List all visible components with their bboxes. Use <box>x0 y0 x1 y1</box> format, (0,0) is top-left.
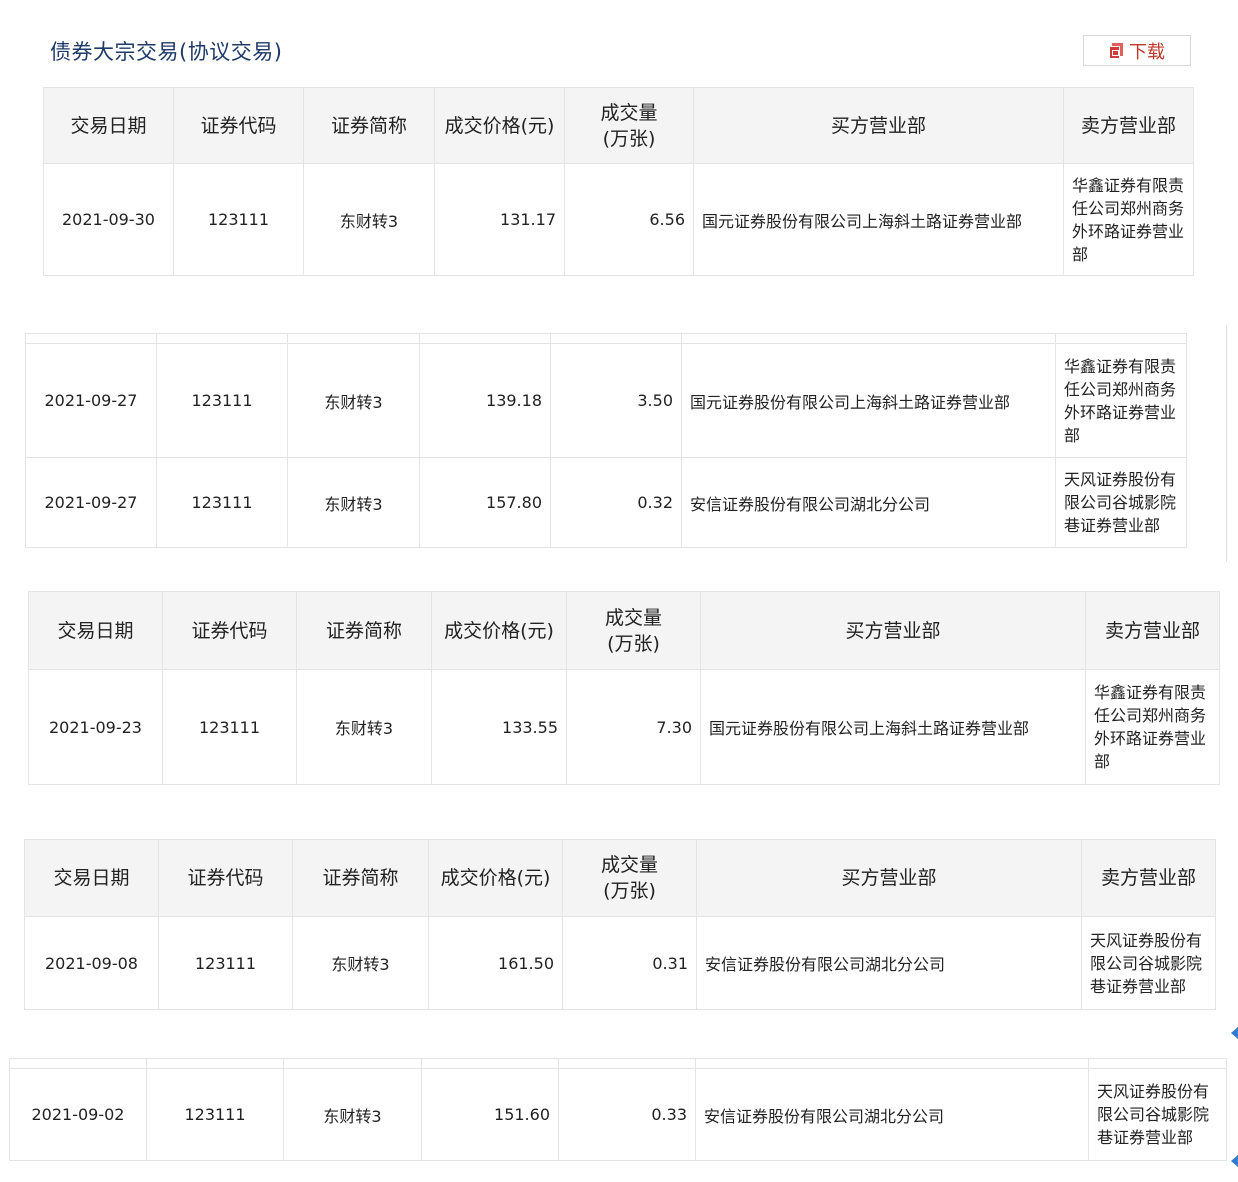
cell-volume: 0.31 <box>562 916 697 1010</box>
cell-seller: 华鑫证券有限责任公司郑州商务外环路证券营业部 <box>1085 669 1220 785</box>
cell-date: 2021-09-27 <box>25 457 157 548</box>
cell-name: 东财转3 <box>292 916 429 1010</box>
trade-table-5: 2021-09-02 123111 东财转3 151.60 0.33 安信证券股… <box>9 1058 1227 1161</box>
col-header-buyer: 买方营业部 <box>700 591 1086 670</box>
cell-date: 2021-09-23 <box>28 669 163 785</box>
trade-table-4: 交易日期 证券代码 证券简称 成交价格(元) 成交量 (万张) 买方营业部 卖方营… <box>24 839 1216 1010</box>
cell-seller: 华鑫证券有限责任公司郑州商务外环路证券营业部 <box>1055 343 1187 458</box>
cell-name: 东财转3 <box>287 343 420 458</box>
download-label: 下载 <box>1129 41 1165 63</box>
cell-seller: 华鑫证券有限责任公司郑州商务外环路证券营业部 <box>1063 163 1194 276</box>
table-header-stub <box>9 1058 1227 1069</box>
table-header-stub <box>25 333 1187 344</box>
cell-volume: 0.32 <box>550 457 682 548</box>
caret-left-icon[interactable] <box>1231 1155 1238 1167</box>
cell-name: 东财转3 <box>303 163 435 276</box>
cell-code: 123111 <box>158 916 293 1010</box>
col-header-name: 证券简称 <box>303 87 435 164</box>
table-row: 2021-09-30 123111 东财转3 131.17 6.56 国元证券股… <box>43 163 1194 276</box>
cell-buyer: 安信证券股份有限公司湖北分公司 <box>695 1068 1089 1161</box>
table-header-row: 交易日期 证券代码 证券简称 成交价格(元) 成交量 (万张) 买方营业部 卖方营… <box>24 839 1216 917</box>
table-row: 2021-09-27 123111 东财转3 157.80 0.32 安信证券股… <box>25 457 1187 548</box>
cell-date: 2021-09-08 <box>24 916 159 1010</box>
cell-buyer: 国元证券股份有限公司上海斜土路证券营业部 <box>681 343 1056 458</box>
cell-buyer: 安信证券股份有限公司湖北分公司 <box>696 916 1082 1010</box>
trade-table-3: 交易日期 证券代码 证券简称 成交价格(元) 成交量 (万张) 买方营业部 卖方营… <box>28 591 1220 785</box>
cell-name: 东财转3 <box>283 1068 422 1161</box>
scroll-divider <box>1226 325 1227 562</box>
col-header-name: 证券简称 <box>296 591 432 670</box>
col-header-code: 证券代码 <box>162 591 297 670</box>
table-row: 2021-09-02 123111 东财转3 151.60 0.33 安信证券股… <box>9 1068 1227 1161</box>
col-header-date: 交易日期 <box>24 839 159 917</box>
cell-price: 133.55 <box>431 669 567 785</box>
cell-buyer: 国元证券股份有限公司上海斜土路证券营业部 <box>693 163 1064 276</box>
col-header-buyer: 买方营业部 <box>696 839 1082 917</box>
col-header-buyer: 买方营业部 <box>693 87 1064 164</box>
col-header-price: 成交价格(元) <box>428 839 563 917</box>
cell-volume: 7.30 <box>566 669 701 785</box>
col-header-seller: 卖方营业部 <box>1085 591 1220 670</box>
cell-code: 123111 <box>146 1068 284 1161</box>
cell-code: 123111 <box>162 669 297 785</box>
page-title: 债券大宗交易(协议交易) <box>50 40 283 64</box>
col-header-volume: 成交量 (万张) <box>566 591 701 670</box>
table-row: 2021-09-27 123111 东财转3 139.18 3.50 国元证券股… <box>25 343 1187 458</box>
cell-price: 139.18 <box>419 343 551 458</box>
download-button[interactable]: 下载 <box>1083 35 1191 66</box>
col-header-name: 证券简称 <box>292 839 429 917</box>
cell-code: 123111 <box>173 163 304 276</box>
cell-buyer: 国元证券股份有限公司上海斜土路证券营业部 <box>700 669 1086 785</box>
cell-date: 2021-09-27 <box>25 343 157 458</box>
table-header-row: 交易日期 证券代码 证券简称 成交价格(元) 成交量 (万张) 买方营业部 卖方营… <box>43 87 1194 164</box>
cell-seller: 天风证券股份有限公司谷城影院巷证券营业部 <box>1081 916 1216 1010</box>
cell-date: 2021-09-02 <box>9 1068 147 1161</box>
table-row: 2021-09-23 123111 东财转3 133.55 7.30 国元证券股… <box>28 669 1220 785</box>
col-header-code: 证券代码 <box>173 87 304 164</box>
cell-price: 131.17 <box>434 163 565 276</box>
cell-volume: 6.56 <box>564 163 694 276</box>
table-header-row: 交易日期 证券代码 证券简称 成交价格(元) 成交量 (万张) 买方营业部 卖方营… <box>28 591 1220 670</box>
cell-date: 2021-09-30 <box>43 163 174 276</box>
col-header-price: 成交价格(元) <box>431 591 567 670</box>
cell-seller: 天风证券股份有限公司谷城影院巷证券营业部 <box>1088 1068 1227 1161</box>
cell-volume: 3.50 <box>550 343 682 458</box>
caret-left-icon[interactable] <box>1231 1027 1238 1039</box>
cell-volume: 0.33 <box>558 1068 696 1161</box>
col-header-seller: 卖方营业部 <box>1081 839 1216 917</box>
cell-price: 157.80 <box>419 457 551 548</box>
cell-seller: 天风证券股份有限公司谷城影院巷证券营业部 <box>1055 457 1187 548</box>
col-header-date: 交易日期 <box>28 591 163 670</box>
col-header-seller: 卖方营业部 <box>1063 87 1194 164</box>
pdf-download-icon <box>1109 42 1123 59</box>
cell-price: 151.60 <box>421 1068 559 1161</box>
cell-buyer: 安信证券股份有限公司湖北分公司 <box>681 457 1056 548</box>
col-header-price: 成交价格(元) <box>434 87 565 164</box>
cell-name: 东财转3 <box>287 457 420 548</box>
trade-table-1: 交易日期 证券代码 证券简称 成交价格(元) 成交量 (万张) 买方营业部 卖方营… <box>43 87 1194 276</box>
col-header-date: 交易日期 <box>43 87 174 164</box>
col-header-volume: 成交量 (万张) <box>564 87 694 164</box>
col-header-code: 证券代码 <box>158 839 293 917</box>
col-header-volume: 成交量 (万张) <box>562 839 697 917</box>
cell-name: 东财转3 <box>296 669 432 785</box>
table-row: 2021-09-08 123111 东财转3 161.50 0.31 安信证券股… <box>24 916 1216 1010</box>
cell-code: 123111 <box>156 457 288 548</box>
trade-table-2: 2021-09-27 123111 东财转3 139.18 3.50 国元证券股… <box>25 333 1187 548</box>
cell-price: 161.50 <box>428 916 563 1010</box>
cell-code: 123111 <box>156 343 288 458</box>
